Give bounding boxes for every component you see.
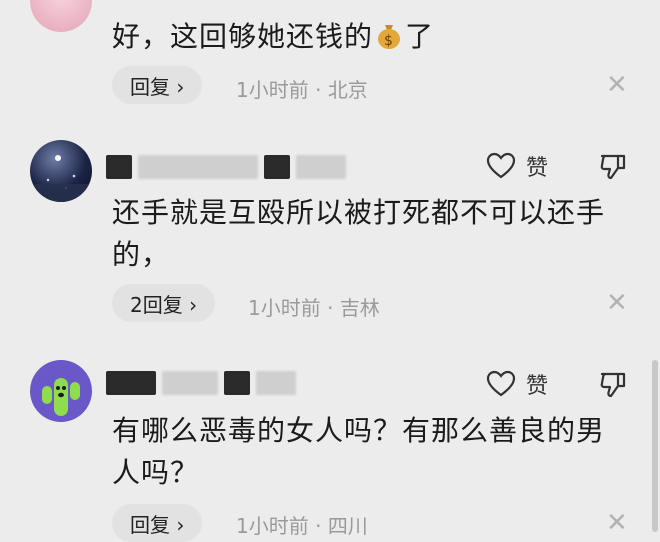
heart-icon — [486, 370, 516, 397]
username-blurred — [106, 154, 346, 180]
thumbs-down-icon — [600, 372, 626, 398]
like-label: 赞 — [526, 156, 549, 181]
dislike-button[interactable] — [598, 152, 628, 186]
comment-text: 好，这回够她还钱的 $ 了 — [112, 20, 435, 53]
thumbs-down-icon — [600, 154, 626, 180]
svg-text:$: $ — [384, 33, 394, 49]
avatar[interactable] — [30, 0, 92, 32]
close-icon[interactable]: ✕ — [606, 70, 628, 100]
dislike-button[interactable] — [598, 370, 628, 404]
close-icon[interactable]: ✕ — [606, 508, 628, 538]
reply-button[interactable]: 2回复 › — [112, 284, 216, 322]
scrollbar[interactable] — [652, 360, 658, 532]
money-bag-icon: $ — [375, 20, 403, 50]
comment-meta: 1小时前 · 北京 — [236, 78, 368, 102]
comment-text: 有哪么恶毒的女人吗？有那么善良的男人吗？ — [112, 414, 606, 489]
comment-meta: 1小时前 · 吉林 — [248, 296, 380, 320]
avatar[interactable] — [30, 140, 92, 202]
reply-button[interactable]: 回复 › — [112, 504, 203, 542]
comment-meta: 1小时前 · 四川 — [236, 514, 368, 538]
username-blurred — [106, 370, 296, 396]
like-button[interactable]: 赞 — [486, 150, 548, 182]
reply-button[interactable]: 回复 › — [112, 66, 203, 104]
starfield-icon — [30, 155, 92, 202]
comment-text: 还手就是互殴所以被打死都不可以还手的， — [112, 196, 606, 271]
close-icon[interactable]: ✕ — [606, 288, 628, 318]
avatar[interactable] — [30, 360, 92, 422]
like-label: 赞 — [526, 374, 549, 399]
like-button[interactable]: 赞 — [486, 368, 548, 400]
cactus-icon — [42, 378, 80, 416]
heart-icon — [486, 152, 516, 179]
